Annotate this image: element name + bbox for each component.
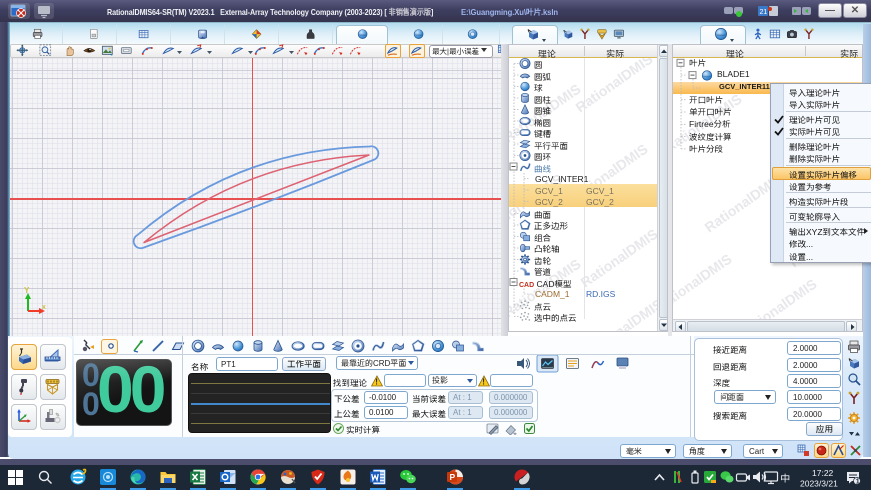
svg-text:x: x [42,304,46,311]
svg-text:Y: Y [24,286,30,295]
svg-text:17:22: 17:22 [812,468,834,478]
svg-text:中: 中 [780,474,790,485]
svg-text:21: 21 [760,9,768,16]
svg-text:2023/3/21: 2023/3/21 [800,479,838,489]
svg-text:!: ! [482,378,485,387]
svg-text:!: ! [375,378,378,387]
